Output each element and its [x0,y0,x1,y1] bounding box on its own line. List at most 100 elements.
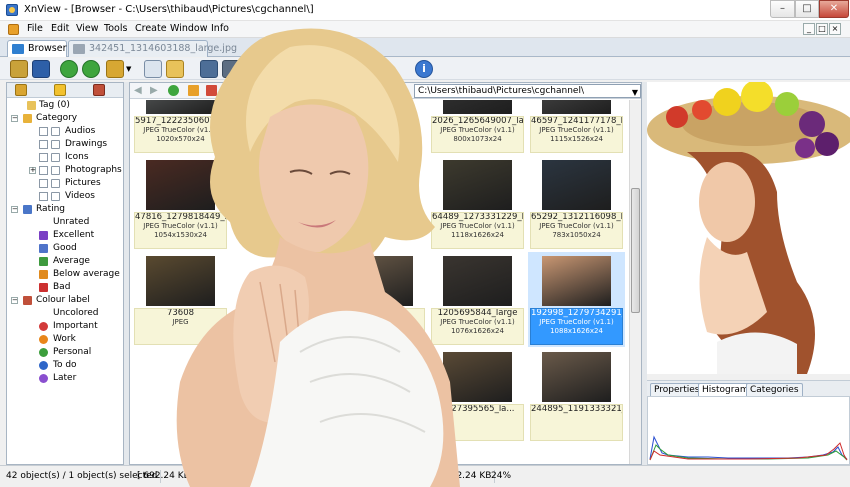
tree-item[interactable]: Drawings [7,138,123,151]
tab-properties[interactable]: Properties [650,383,704,397]
thumbnail-item[interactable] [231,252,328,347]
thumbnail-item[interactable]: 2026_1265649007_largeJPEG TrueColor (v1.… [429,100,526,155]
tab-histogram[interactable]: Histogram [698,383,753,397]
thumbnail-item[interactable] [330,100,427,155]
back-arrow-icon[interactable]: ◀ [134,85,145,96]
thumbnail-item[interactable]: 244895_1191333321_la... [528,348,625,443]
category-checkbox[interactable] [39,140,48,149]
mdi-minimize-button[interactable]: _ [803,23,815,35]
category-checkbox[interactable] [39,166,48,175]
tree-item[interactable]: Tag (0) [7,99,123,112]
tree-item[interactable]: Good [7,242,123,255]
thumbnail-item[interactable] [231,348,328,443]
navigation-bar: ◀ ▶ C:\Users\thibaud\Pictures\cgchannel\… [130,83,641,99]
folder-up-icon[interactable] [188,85,199,96]
open-icon[interactable] [10,60,28,78]
refresh-icon[interactable] [60,60,78,78]
folders-tab-icon[interactable] [15,84,27,96]
path-combobox[interactable]: C:\Users\thibaud\Pictures\cgchannel\ ▼ [414,84,641,98]
menu-view[interactable]: View [76,23,99,34]
favorites-star-icon[interactable] [54,84,66,96]
scrollbar-thumb[interactable] [631,188,640,313]
thumbnail-item[interactable]: 64489_1273331229_largeJPEG TrueColor (v1… [429,156,526,251]
tree-item[interactable]: Work [7,333,123,346]
chevron-down-icon[interactable]: ▼ [632,87,638,97]
document-menu-icon[interactable] [8,24,19,35]
menu-file[interactable]: File [27,23,43,34]
close-button[interactable]: ✕ [819,0,849,18]
info-icon[interactable]: i [415,60,433,78]
tree-item[interactable]: Later [7,372,123,385]
tree-item[interactable]: Below average [7,268,123,281]
binoculars-icon[interactable] [200,60,218,78]
category-checkbox[interactable] [39,127,48,136]
thumbnail-item[interactable]: 227196_1212816786_la... [330,348,427,443]
tree-item[interactable]: − Category [7,112,123,125]
tree-item-label: Personal [53,347,92,357]
tree-item[interactable]: Icons [7,151,123,164]
tab-browser[interactable]: Browser [7,40,67,57]
folder-icon[interactable] [166,60,184,78]
tree-item[interactable]: Important [7,320,123,333]
thumbnail-item[interactable] [330,156,427,251]
category-checkbox[interactable] [39,179,48,188]
maximize-button[interactable]: □ [795,0,819,18]
dropdown-icon[interactable]: ▼ [126,60,134,78]
tree-item[interactable]: − Rating [7,203,123,216]
forward-arrow-icon[interactable]: ▶ [150,85,161,96]
categories-tab-icon[interactable] [93,84,105,96]
tree-item[interactable]: Pictures [7,177,123,190]
thumbnail-item[interactable]: 65292_1312116098_largeJPEG TrueColor (v1… [528,156,625,251]
xnview-app-icon[interactable] [6,4,18,16]
minimize-button[interactable]: – [770,0,795,18]
thumbnail-item[interactable]: 192998_1279734291_largeJPEG TrueColor (v… [528,252,625,347]
menu-edit[interactable]: Edit [51,23,69,34]
sort-icon[interactable] [206,85,217,96]
thumbnail-item[interactable]: 73608 JPEG [132,252,229,347]
collapse-toggle-icon[interactable]: − [11,115,18,122]
thumbnail-item[interactable]: 47816_1279818449_largeJPEG TrueColor (v1… [132,156,229,251]
expand-toggle-icon[interactable]: + [29,167,36,174]
fullscreen-icon[interactable] [32,60,50,78]
mdi-restore-button[interactable]: □ [816,23,828,35]
tab-image[interactable]: 342451_1314603188_large.jpg [68,40,237,57]
refresh-nav-icon[interactable] [168,85,179,96]
thumbnail-item[interactable] [132,348,229,443]
tree-item[interactable]: Videos [7,190,123,203]
thumbnail-item[interactable]: 125 [330,252,427,347]
tree-item[interactable]: Uncolored [7,307,123,320]
title-bar[interactable]: XnView - [Browser - C:\Users\thibaud\Pic… [0,0,850,21]
category-checkbox[interactable] [39,192,48,201]
collapse-toggle-icon[interactable]: − [11,297,18,304]
tree-item[interactable]: To do [7,359,123,372]
tree-item[interactable]: − Colour label [7,294,123,307]
thumbnail-item[interactable]: 46597_1241177178_largeJPEG TrueColor (v1… [528,100,625,155]
tab-categories[interactable]: Categories [746,383,803,397]
tree-item[interactable]: Audios [7,125,123,138]
category-checkbox[interactable] [39,153,48,162]
tree-item[interactable]: + Photographs [7,164,123,177]
print-preview-icon[interactable] [144,60,162,78]
thumbnail-item[interactable]: 5917_1222350607_largeJPEG TrueColor (v1.… [132,100,229,155]
thumbnail-item[interactable]: 1327395565_la... [429,348,526,443]
thumbnail-item[interactable] [231,156,328,251]
thumbnail-item[interactable]: 1205695844_large JPEG TrueColor (v1.1) 107… [429,252,526,347]
collapse-toggle-icon[interactable]: − [11,206,18,213]
menu-window[interactable]: Window [170,23,207,34]
vertical-scrollbar[interactable] [629,100,641,464]
tree-item[interactable]: Excellent [7,229,123,242]
batch-icon[interactable] [106,60,124,78]
thumbnail-image [443,160,512,210]
mdi-close-button[interactable]: × [829,23,841,35]
tree-item[interactable]: Personal [7,346,123,359]
menu-info[interactable]: Info [211,23,229,34]
thumbnail-item[interactable] [231,100,328,155]
forward-icon[interactable] [82,60,100,78]
tree-item-label: Uncolored [53,308,99,318]
menu-tools[interactable]: Tools [104,23,127,34]
printer-icon[interactable] [222,60,240,78]
tree-item[interactable]: Average [7,255,123,268]
menu-create[interactable]: Create [135,23,167,34]
tree-item[interactable]: Unrated [7,216,123,229]
tree-item[interactable]: Bad [7,281,123,294]
